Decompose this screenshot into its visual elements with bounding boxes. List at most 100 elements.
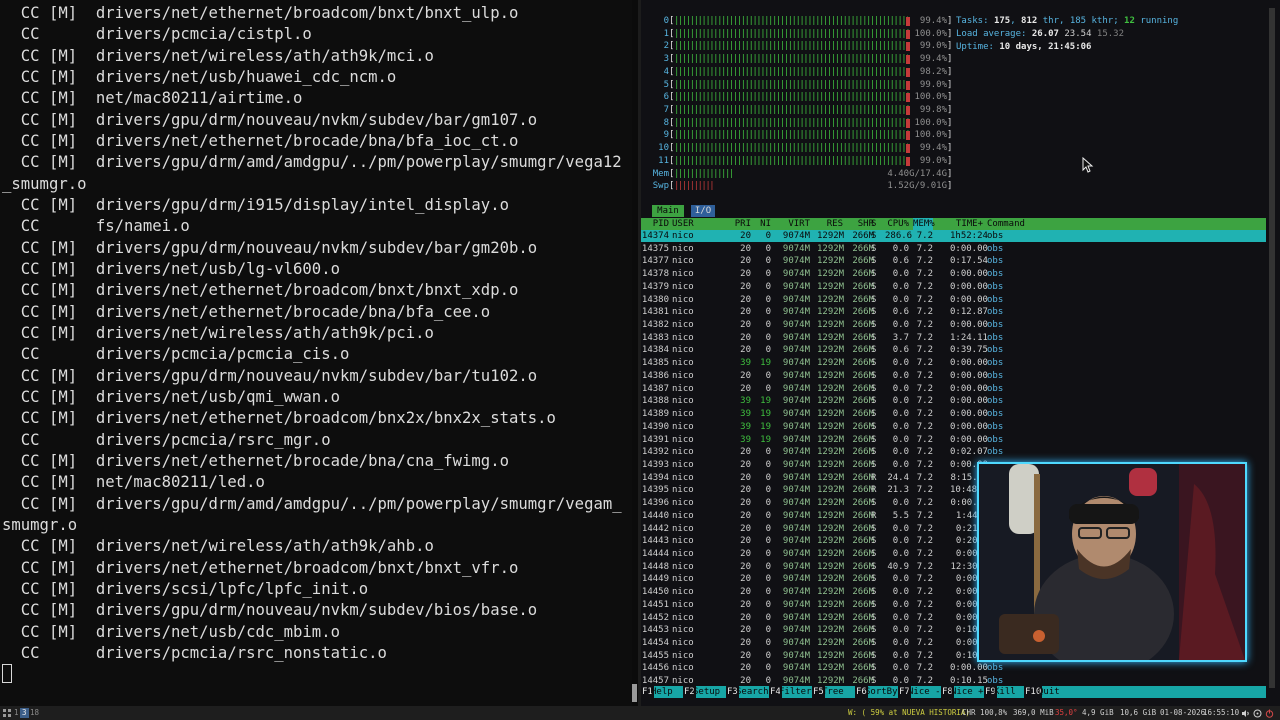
fkey-f6-label[interactable]: SortBy [865,686,898,698]
tab-main[interactable]: Main [652,205,684,217]
terminal-scrollbar[interactable] [632,684,637,702]
fkey-f7-label[interactable]: Nice - [908,686,941,698]
cell-mem: 7.2 [916,612,933,623]
column-header-virt[interactable]: VIRT [780,218,810,230]
process-row[interactable]: 14386 nico 20 0 9074M 1292M 266M S 0.0 7.2 0:00.00… [641,370,1266,383]
cell-ni: 0 [765,269,771,280]
process-row[interactable]: 14378 nico 20 0 9074M 1292M 266M S 0.0 7.2 0:00.00… [641,268,1266,281]
process-row[interactable]: 14382 nico 20 0 9074M 1292M 266M S 0.0 7.2 0:00.00… [641,319,1266,332]
build-log-line: CC [M] drivers/scsi/lpfc/lpfc_init.o [2,579,369,598]
fkey-f1-label[interactable]: Help [651,686,673,698]
cell-res: 1292M [817,269,845,280]
process-row[interactable]: 14391 nico 39 19 9074M 1292M 266M S 0.0 7.2 0:00.0… [641,434,1266,447]
cell-cpu: 0.0 [892,650,909,661]
process-row[interactable]: 14375 nico 20 0 9074M 1292M 266M S 0.0 7.2 0:00.00… [641,243,1266,256]
cpu-percent: 99.8% [919,104,947,115]
cell-user: nico [672,587,694,598]
cell-virt: 9074M [782,269,810,280]
build-log-line: CC [M] net/mac80211/airtime.o [2,89,303,108]
column-header-pid[interactable]: PID [641,218,669,230]
cpu-percent: 99.4% [919,16,947,26]
process-row[interactable]: 14381 nico 20 0 9074M 1292M 266M S 0.6 7.2 0:12.87… [641,306,1266,319]
cell-virt: 9074M [782,383,810,394]
cell-pri: 20 [740,447,751,458]
cell-time: 0:39.75 [950,345,988,356]
fkey-f9-label[interactable]: Kill [994,686,1016,698]
cell-s: S [871,370,877,381]
process-row[interactable]: 14374 nico 20 0 9074M 1292M 266M S 286.6 7.2 1h52:… [641,230,1266,243]
cell-pri: 39 [740,396,751,407]
fkey-f2-label[interactable]: Setup [693,686,720,698]
cell-user: nico [672,370,694,381]
cell-cmd: obs [987,663,1004,674]
process-row[interactable]: 14377 nico 20 0 9074M 1292M 266M S 0.6 7.2 0:17.54… [641,255,1266,268]
column-header-user[interactable]: USER [672,218,712,230]
meter-bracket: ] [947,66,953,77]
process-row[interactable]: 14385 nico 39 19 9074M 1292M 266M S 0.0 7.2 0:00.0… [641,357,1266,370]
cell-cpu: 0.0 [892,383,909,394]
cell-s: R [871,510,877,521]
column-header-time[interactable]: TIME+ [950,218,983,230]
cell-s: S [871,358,877,369]
column-header-pri[interactable]: PRI [733,218,751,230]
process-row[interactable]: 14380 nico 20 0 9074M 1292M 266M S 0.0 7.2 0:00.00… [641,294,1266,307]
fkey-f4-label[interactable]: Filter [779,686,812,698]
cell-s: S [871,663,877,674]
workspace-grid-icon[interactable] [3,709,11,717]
cell-pid: 14440 [641,510,669,521]
process-table-header[interactable]: PID USER PRI NI VIRT RES SHR S CPU% MEM% TIME+ Comm… [641,218,1266,230]
cpu-kernel-segment [906,17,910,26]
process-row[interactable]: 14387 nico 20 0 9074M 1292M 266M S 0.0 7.2 0:00.00… [641,383,1266,396]
build-log-line: CC drivers/pcmcia/cistpl.o [2,25,312,44]
process-row[interactable]: 14383 nico 20 0 9074M 1292M 266M S 3.7 7.2 1:24.11… [641,332,1266,345]
cell-pri: 20 [740,459,751,470]
process-row[interactable]: 14389 nico 39 19 9074M 1292M 266M S 0.0 7.2 0:00.0… [641,408,1266,421]
column-header-cpu[interactable]: CPU% [885,218,909,230]
power-icon[interactable] [1265,709,1274,718]
fkey-f5-label[interactable]: Tree [822,686,844,698]
column-header-mem[interactable]: MEM% [913,218,935,230]
htop-scrollbar[interactable] [1269,8,1275,688]
network-icon[interactable] [1253,709,1262,718]
cell-s: S [871,294,877,305]
cell-pri: 20 [740,599,751,610]
cell-user: nico [672,396,694,407]
cpu-usage-bar: ||||||||||||||||||||||||||||||||||||||||… [674,155,907,166]
cell-ni: 0 [765,294,771,305]
cell-ni: 19 [760,409,771,420]
process-row[interactable]: 14392 nico 20 0 9074M 1292M 266M S 0.0 7.2 0:02.07… [641,446,1266,459]
cell-user: nico [672,663,694,674]
column-header-s[interactable]: S [871,218,879,230]
fkey-f8-label[interactable]: Nice + [951,686,984,698]
build-log-line: CC [M] drivers/gpu/drm/nouveau/nvkm/subd… [2,366,538,385]
process-row[interactable]: 14379 nico 20 0 9074M 1292M 266M S 0.0 7.2 0:00.00… [641,281,1266,294]
build-log-line: CC [M] drivers/gpu/drm/nouveau/nvkm/subd… [2,238,538,257]
process-row[interactable]: 14456 nico 20 0 9074M 1292M 266M S 0.0 7.2 0:00.00… [641,662,1266,675]
column-header-ni[interactable]: NI [759,218,771,230]
process-row[interactable]: 14388 nico 39 19 9074M 1292M 266M S 0.0 7.2 0:00.0… [641,395,1266,408]
cell-res: 1292M [817,281,845,292]
meter-bracket: ] [947,79,953,90]
volume-icon[interactable] [1241,709,1250,718]
cpu-meter-row: 4[||||||||||||||||||||||||||||||||||||||… [641,66,956,79]
meter-bracket: ] [947,16,953,26]
cell-pri: 39 [740,434,751,445]
column-header-command[interactable]: Command [987,218,1027,230]
cpu-percent: 99.0% [919,41,947,52]
workspace-18[interactable]: 18 [28,708,41,718]
fkey-f10-label[interactable]: Quit [1038,686,1060,698]
build-terminal[interactable]: CC [M] drivers/net/ethernet/broadcom/bnx… [0,0,632,706]
tab-io[interactable]: I/O [691,205,715,217]
cpu-usage-bar: ||||||||||||||||||||||||||||||||||||||||… [674,41,907,52]
column-header-res[interactable]: RES [817,218,843,230]
cpu-kernel-segment [906,42,910,52]
cell-mem: 7.2 [916,472,933,483]
cell-pid: 14454 [641,638,669,649]
process-row[interactable]: 14384 nico 20 0 9074M 1292M 266M S 0.6 7.2 0:39.75… [641,344,1266,357]
fkey-f3-label[interactable]: Search [736,686,769,698]
cell-virt: 9074M [782,510,810,521]
process-row[interactable]: 14390 nico 39 19 9074M 1292M 266M S 0.0 7.2 0:00.0… [641,421,1266,434]
cell-pid: 14448 [641,561,669,572]
cell-res: 1292M [817,396,845,407]
cell-mem: 7.2 [916,459,933,470]
